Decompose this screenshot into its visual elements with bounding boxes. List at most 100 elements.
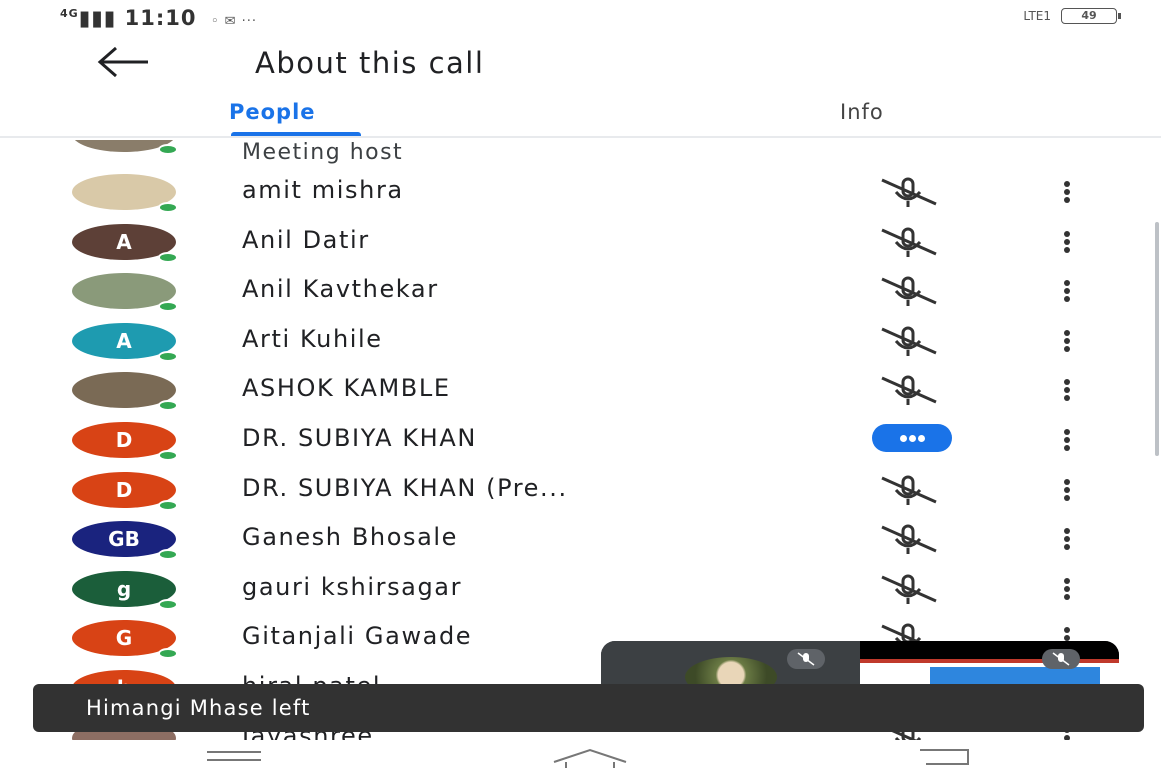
more-options-button[interactable] [1054, 172, 1080, 212]
mic-off-icon [1042, 649, 1080, 669]
participant-name: Arti Kuhile [242, 324, 383, 353]
list-item[interactable]: ASHOK KAMBLE [0, 368, 1161, 418]
tab-info[interactable]: Info [840, 100, 884, 124]
avatar [72, 372, 178, 412]
more-options-button[interactable] [1054, 222, 1080, 262]
avatar: D [72, 471, 178, 511]
pip-tiles[interactable] [601, 641, 1119, 687]
more-vert-icon [1064, 429, 1070, 451]
snackbar: Himangi Mhase left [33, 684, 1144, 732]
more-options-button[interactable] [1054, 370, 1080, 410]
online-indicator [158, 450, 178, 461]
avatar: A [72, 223, 178, 263]
signal-icon: ▮▮▮ [78, 6, 117, 30]
list-item[interactable]: g gauri kshirsagar [0, 567, 1161, 617]
more-vert-icon [1064, 478, 1070, 501]
mute-status-button[interactable] [876, 571, 942, 607]
avatar: GB [72, 521, 178, 561]
avatar-initial: D [115, 428, 133, 452]
mute-status-button[interactable] [876, 372, 942, 408]
more-vert-icon [1064, 280, 1070, 303]
notification-icons: ◦ ✉ ··· [210, 14, 258, 29]
avatar: g [72, 570, 178, 610]
mute-status-button[interactable] [876, 521, 942, 557]
more-vert-icon [1064, 379, 1070, 402]
more-options-button[interactable] [1054, 271, 1080, 311]
participant-name: DR. SUBIYA KHAN (Pre... [242, 473, 568, 502]
back-nav-button[interactable] [912, 746, 972, 766]
online-indicator [158, 301, 178, 313]
page-title: About this call [255, 46, 485, 80]
mute-status-button[interactable] [876, 273, 942, 309]
list-item[interactable]: Anil Kavthekar [0, 269, 1161, 319]
participant-name: ASHOK KAMBLE [242, 374, 451, 403]
participant-name: gauri kshirsagar [242, 572, 463, 601]
avatar: G [72, 620, 178, 660]
online-indicator [158, 202, 178, 213]
list-item[interactable]: amit mishra [0, 170, 1161, 220]
list-item[interactable]: D DR. SUBIYA KHAN (Pre... [0, 468, 1161, 518]
list-item[interactable]: A Anil Datir [0, 220, 1161, 270]
mic-off-icon [881, 326, 937, 356]
avatar-initial: A [116, 229, 132, 254]
menu-nav-button[interactable] [205, 746, 265, 766]
menu-icon [207, 751, 261, 761]
online-indicator [158, 598, 178, 610]
avatar [72, 140, 178, 155]
speaking-indicator-icon[interactable] [872, 424, 952, 452]
more-options-button[interactable] [1054, 420, 1080, 460]
shared-screen [860, 659, 1119, 687]
arrow-left-icon [97, 46, 148, 78]
mute-status-button[interactable] [876, 323, 942, 359]
snackbar-message: Himangi Mhase left [86, 696, 311, 720]
scrollbar[interactable] [1155, 222, 1159, 456]
more-options-button[interactable] [1054, 470, 1080, 510]
mute-status-button[interactable] [876, 472, 942, 508]
list-item[interactable]: D DR. SUBIYA KHAN [0, 418, 1161, 468]
mic-off-icon [881, 177, 937, 207]
back-nav-icon [920, 749, 969, 765]
participant-name: DR. SUBIYA KHAN [242, 424, 477, 452]
host-label: Meeting host [242, 140, 404, 165]
more-options-button[interactable] [1054, 321, 1080, 361]
online-indicator [158, 499, 178, 511]
mute-status-button[interactable] [876, 174, 942, 210]
mute-status-button[interactable] [876, 224, 942, 260]
participant-name: Anil Kavthekar [242, 275, 439, 304]
avatar [72, 174, 178, 213]
avatar-initial: A [116, 328, 132, 353]
participant-name: Gitanjali Gawade [242, 622, 473, 651]
home-icon [553, 748, 627, 768]
mic-off-icon [881, 276, 937, 307]
status-right: LTE1 49 [1023, 8, 1121, 24]
clock: 11:10 [124, 6, 197, 30]
more-options-button[interactable] [1054, 569, 1080, 609]
avatar [72, 273, 178, 313]
home-nav-button[interactable] [550, 746, 630, 768]
participant-name: amit mishra [242, 176, 404, 204]
online-indicator [158, 251, 178, 263]
more-vert-icon [1064, 577, 1070, 600]
more-vert-icon [1064, 181, 1070, 203]
more-options-button[interactable] [1054, 519, 1080, 559]
more-vert-icon [1064, 329, 1070, 352]
screen-share-tile[interactable] [860, 641, 1119, 687]
more-vert-icon [1064, 230, 1070, 253]
avatar: D [72, 422, 178, 461]
tab-people[interactable]: People [229, 100, 316, 124]
avatar-initial: GB [108, 527, 140, 552]
more-vert-icon [1064, 528, 1070, 551]
app-bar: About this call [0, 40, 1161, 90]
avatar-initial: g [116, 576, 132, 601]
self-video-tile[interactable] [601, 641, 859, 687]
back-button[interactable] [90, 40, 160, 85]
mic-off-icon [881, 475, 937, 505]
mic-off-icon [881, 524, 937, 555]
list-item[interactable]: A Arti Kuhile [0, 319, 1161, 369]
mic-off-icon [881, 227, 937, 257]
avatar-initial: D [115, 477, 133, 502]
online-indicator [158, 400, 178, 412]
volte-icon: LTE1 [1023, 9, 1051, 23]
list-item[interactable]: GB Ganesh Bhosale [0, 517, 1161, 567]
avatar: A [72, 322, 178, 362]
